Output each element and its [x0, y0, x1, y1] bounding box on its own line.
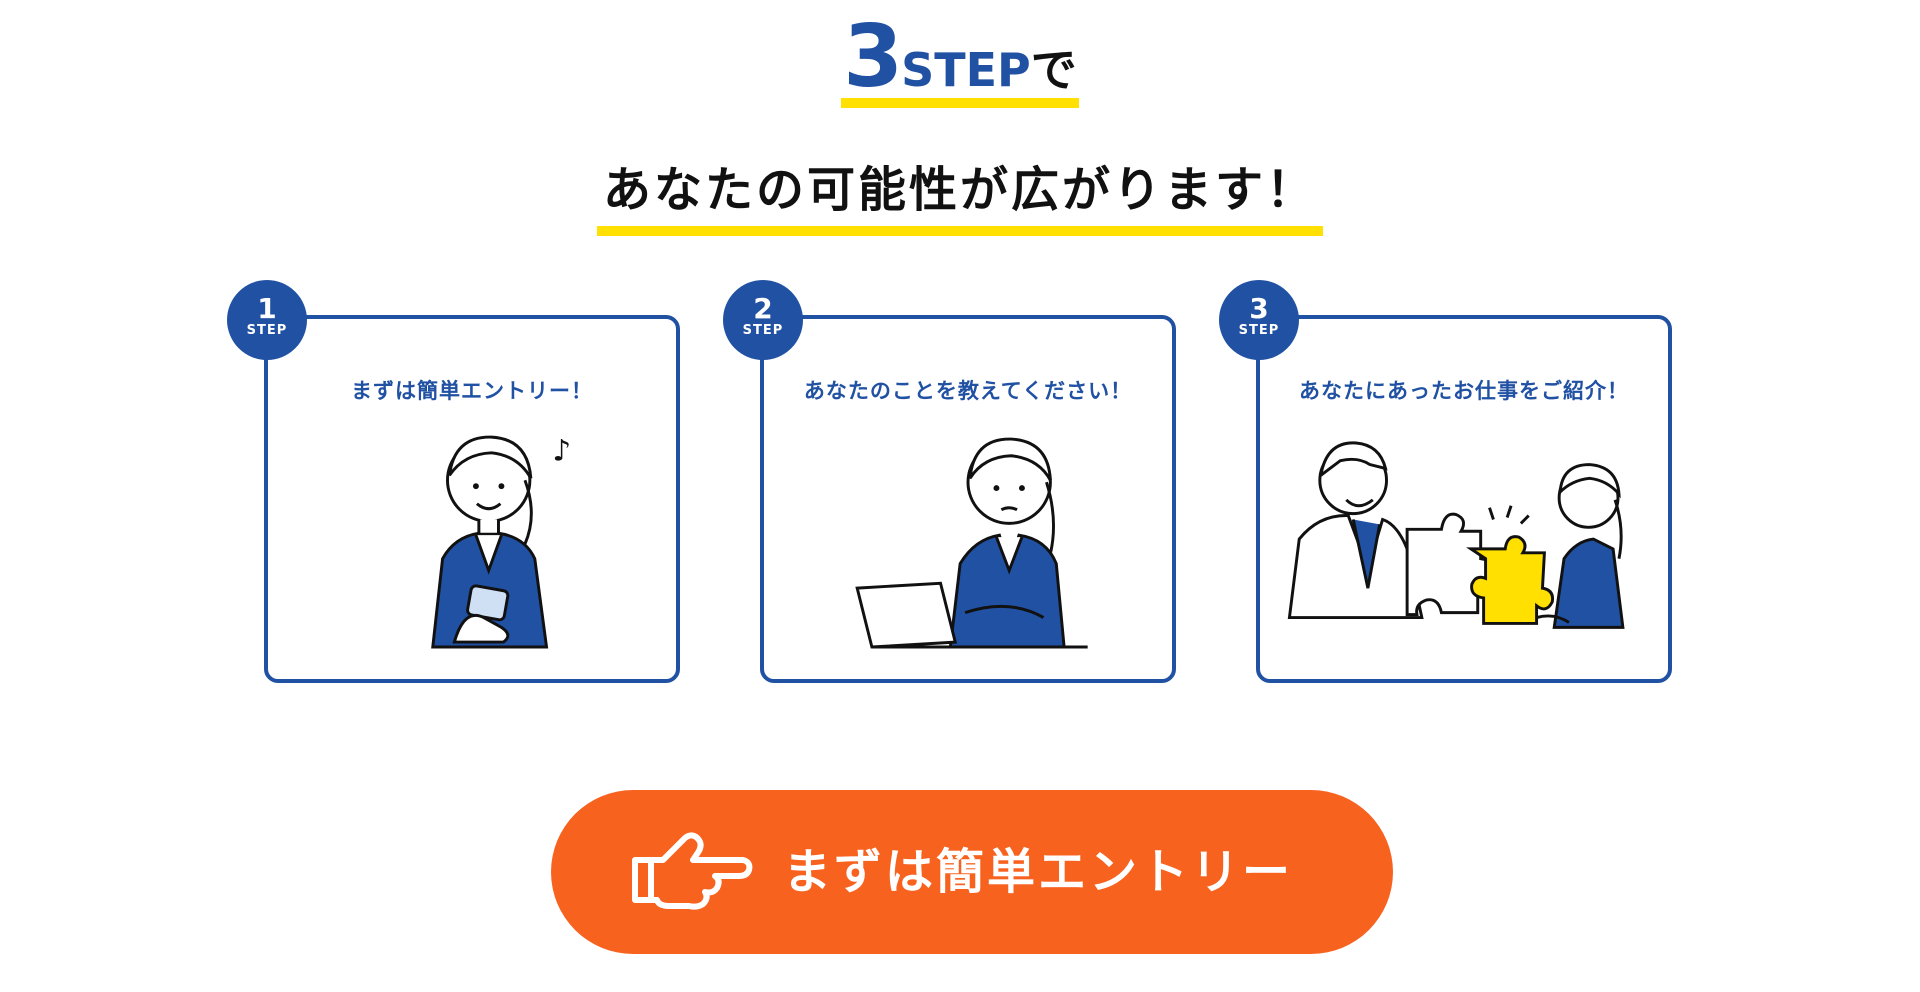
step-badge-2: 2 STEP [723, 280, 803, 360]
subtitle-text: あなたの可能性が広がります！ [602, 162, 1317, 218]
step-number: 3 [1249, 292, 1269, 325]
heading-suffix: で [1030, 43, 1077, 97]
heading-line-1: 3STEPで [841, 14, 1079, 108]
step-label: STEP [246, 323, 288, 338]
heading-step-word: STEP [901, 43, 1031, 97]
subtitle-underline [596, 226, 1323, 236]
woman-with-smartphone-icon: ♪ [431, 434, 571, 649]
step-title: まずは簡単エントリー！ [351, 379, 593, 403]
entry-button-label: まずは簡単エントリー [783, 844, 1294, 900]
step-label: STEP [1238, 323, 1280, 338]
step-badge-3: 3 STEP [1219, 280, 1299, 360]
step-label: STEP [742, 323, 784, 338]
step-title: あなたのことを教えてください！ [803, 379, 1133, 403]
step-title: あなたにあったお仕事をご紹介！ [1299, 379, 1629, 403]
step-card-1: まずは簡単エントリー！ ♪ [264, 315, 680, 683]
puzzle-handshake-icon [1287, 441, 1625, 629]
heading-underline [841, 98, 1079, 108]
entry-button[interactable]: まずは簡単エントリー [551, 790, 1393, 954]
step-card-2: あなたのことを教えてください！ [760, 315, 1176, 683]
step-card-3: あなたにあったお仕事をご紹介！ [1256, 315, 1672, 683]
heading-step-count: 3 [843, 7, 903, 107]
svg-text:♪: ♪ [552, 434, 571, 468]
woman-with-laptop-icon [855, 437, 1088, 649]
pointing-hand-icon [632, 832, 753, 910]
step-number: 2 [753, 292, 773, 325]
section-subheading: あなたの可能性が広がります！ [0, 150, 1920, 236]
heading-line-2: あなたの可能性が広がります！ [596, 150, 1323, 236]
step-badge-1: 1 STEP [227, 280, 307, 360]
step-number: 1 [257, 292, 277, 325]
section-heading: 3STEPで [0, 14, 1920, 108]
